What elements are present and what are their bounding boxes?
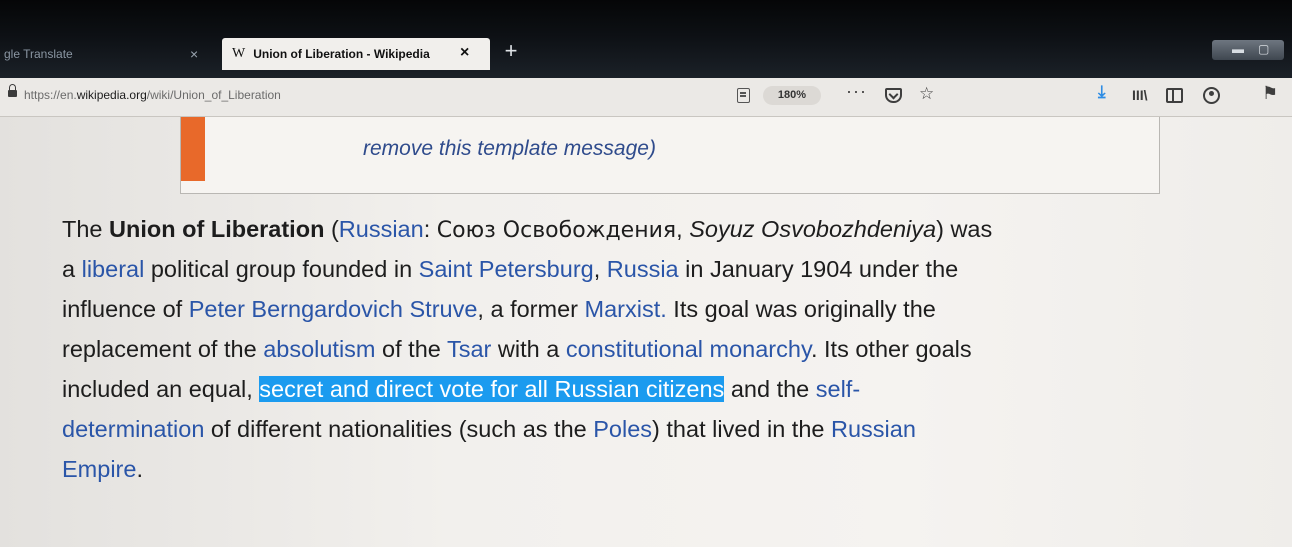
pocket-icon[interactable] (885, 88, 902, 103)
url-field[interactable]: https://en.wikipedia.org/wiki/Union_of_L… (24, 88, 281, 102)
link-absolutism[interactable]: absolutism (263, 336, 375, 362)
text: with a (491, 336, 566, 362)
text: , a former (477, 296, 585, 322)
text: a (62, 256, 82, 282)
text: ( (324, 216, 339, 242)
link-saint-petersburg[interactable]: Saint Petersburg (419, 256, 594, 282)
more-actions-icon[interactable]: ··· (846, 81, 867, 102)
text: included an equal, (62, 376, 260, 402)
link-russia[interactable]: Russia (607, 256, 679, 282)
text: in January 1904 under the (678, 256, 959, 282)
download-icon[interactable]: ⤓ (1098, 82, 1106, 102)
paragraph-line: influence of Peter Berngardovich Struve,… (62, 289, 1292, 329)
text: . (136, 456, 143, 482)
library-icon[interactable]: III\ (1132, 87, 1148, 103)
sidebar-toggle-icon[interactable] (1166, 88, 1183, 103)
tab-google-translate[interactable]: gle Translate × (0, 38, 222, 70)
tab-title: gle Translate (4, 47, 73, 61)
link-self-determination[interactable]: self- (816, 376, 860, 402)
link-liberal[interactable]: liberal (82, 256, 145, 282)
paragraph-line: included an equal, secret and direct vot… (62, 369, 1292, 409)
text: Its goal was originally the (666, 296, 936, 322)
paragraph-line: a liberal political group founded in Sai… (62, 249, 1292, 289)
navigation-bar: https://en.wikipedia.org/wiki/Union_of_L… (0, 78, 1292, 117)
paragraph-line: replacement of the absolutism of the Tsa… (62, 329, 1292, 369)
text: and the (724, 376, 816, 402)
text: political group founded in (144, 256, 419, 282)
account-icon[interactable] (1203, 87, 1220, 104)
close-tab-icon[interactable]: × (190, 46, 198, 62)
paragraph-line: The Union of Liberation (Russian: Союз О… (62, 209, 1292, 249)
article-paragraph: The Union of Liberation (Russian: Союз О… (62, 209, 1292, 489)
text: The (62, 216, 110, 242)
text: influence of (62, 296, 189, 322)
link-poles[interactable]: Poles (593, 416, 652, 442)
text: of the (375, 336, 447, 362)
link-russian-empire[interactable]: Empire (62, 456, 136, 482)
link-self-determination[interactable]: determination (62, 416, 204, 442)
new-tab-button[interactable]: + (498, 36, 524, 66)
bookmark-star-icon[interactable]: ☆ (919, 84, 934, 104)
tab-wikipedia-active[interactable]: W Union of Liberation - Wikipedia × (222, 38, 490, 70)
extension-icon[interactable]: ⚑ (1262, 83, 1278, 104)
cyrillic-name: Союз Освобождения (436, 218, 677, 243)
text: ) that lived in the (652, 416, 832, 442)
wikipedia-favicon-icon: W (232, 46, 246, 61)
transliteration: Soyuz Osvobozhdeniya (689, 216, 937, 242)
page-content: remove this template message) The Union … (0, 117, 1292, 547)
link-peter-struve[interactable]: Peter Berngardovich Struve (189, 296, 478, 322)
text: ) was (936, 216, 993, 242)
title-bar: gle Translate × W Union of Liberation - … (0, 0, 1292, 78)
text: replacement of the (62, 336, 264, 362)
remove-template-message-link[interactable]: remove this template message) (363, 137, 656, 161)
link-russian-language[interactable]: Russian (339, 216, 424, 242)
template-notice-box: remove this template message) (180, 117, 1160, 194)
text: , (593, 256, 607, 282)
paragraph-line: determination of different nationalities… (62, 409, 1292, 449)
notice-stripe (181, 117, 205, 181)
link-russian-empire[interactable]: Russian (831, 416, 916, 442)
article-subject-bold: Union of Liberation (109, 216, 325, 242)
url-path: /wiki/Union_of_Liberation (146, 88, 281, 102)
tab-title: Union of Liberation - Wikipedia (253, 47, 430, 61)
selected-text[interactable]: secret and direct vote for all Russian c… (259, 376, 725, 402)
link-constitutional-monarchy[interactable]: constitutional monarchy (566, 336, 811, 362)
zoom-level-button[interactable]: 180% (763, 86, 821, 105)
window-controls: ▬ ▢ (1212, 40, 1284, 60)
lock-icon[interactable] (8, 84, 17, 97)
link-tsar[interactable]: Tsar (447, 336, 491, 362)
reader-view-icon[interactable] (737, 88, 750, 103)
close-tab-icon[interactable]: × (460, 44, 469, 62)
link-marxist[interactable]: Marxist. (585, 296, 667, 322)
text: : (423, 216, 437, 242)
paragraph-line: Empire. (62, 449, 1292, 489)
text: of different nationalities (such as the (204, 416, 594, 442)
text: , (676, 216, 690, 242)
minimize-icon[interactable]: ▬ (1232, 42, 1244, 56)
maximize-icon[interactable]: ▢ (1258, 42, 1269, 56)
text: . Its other goals (810, 336, 972, 362)
url-host: wikipedia.org (76, 88, 147, 102)
url-scheme: https://en. (24, 88, 77, 102)
